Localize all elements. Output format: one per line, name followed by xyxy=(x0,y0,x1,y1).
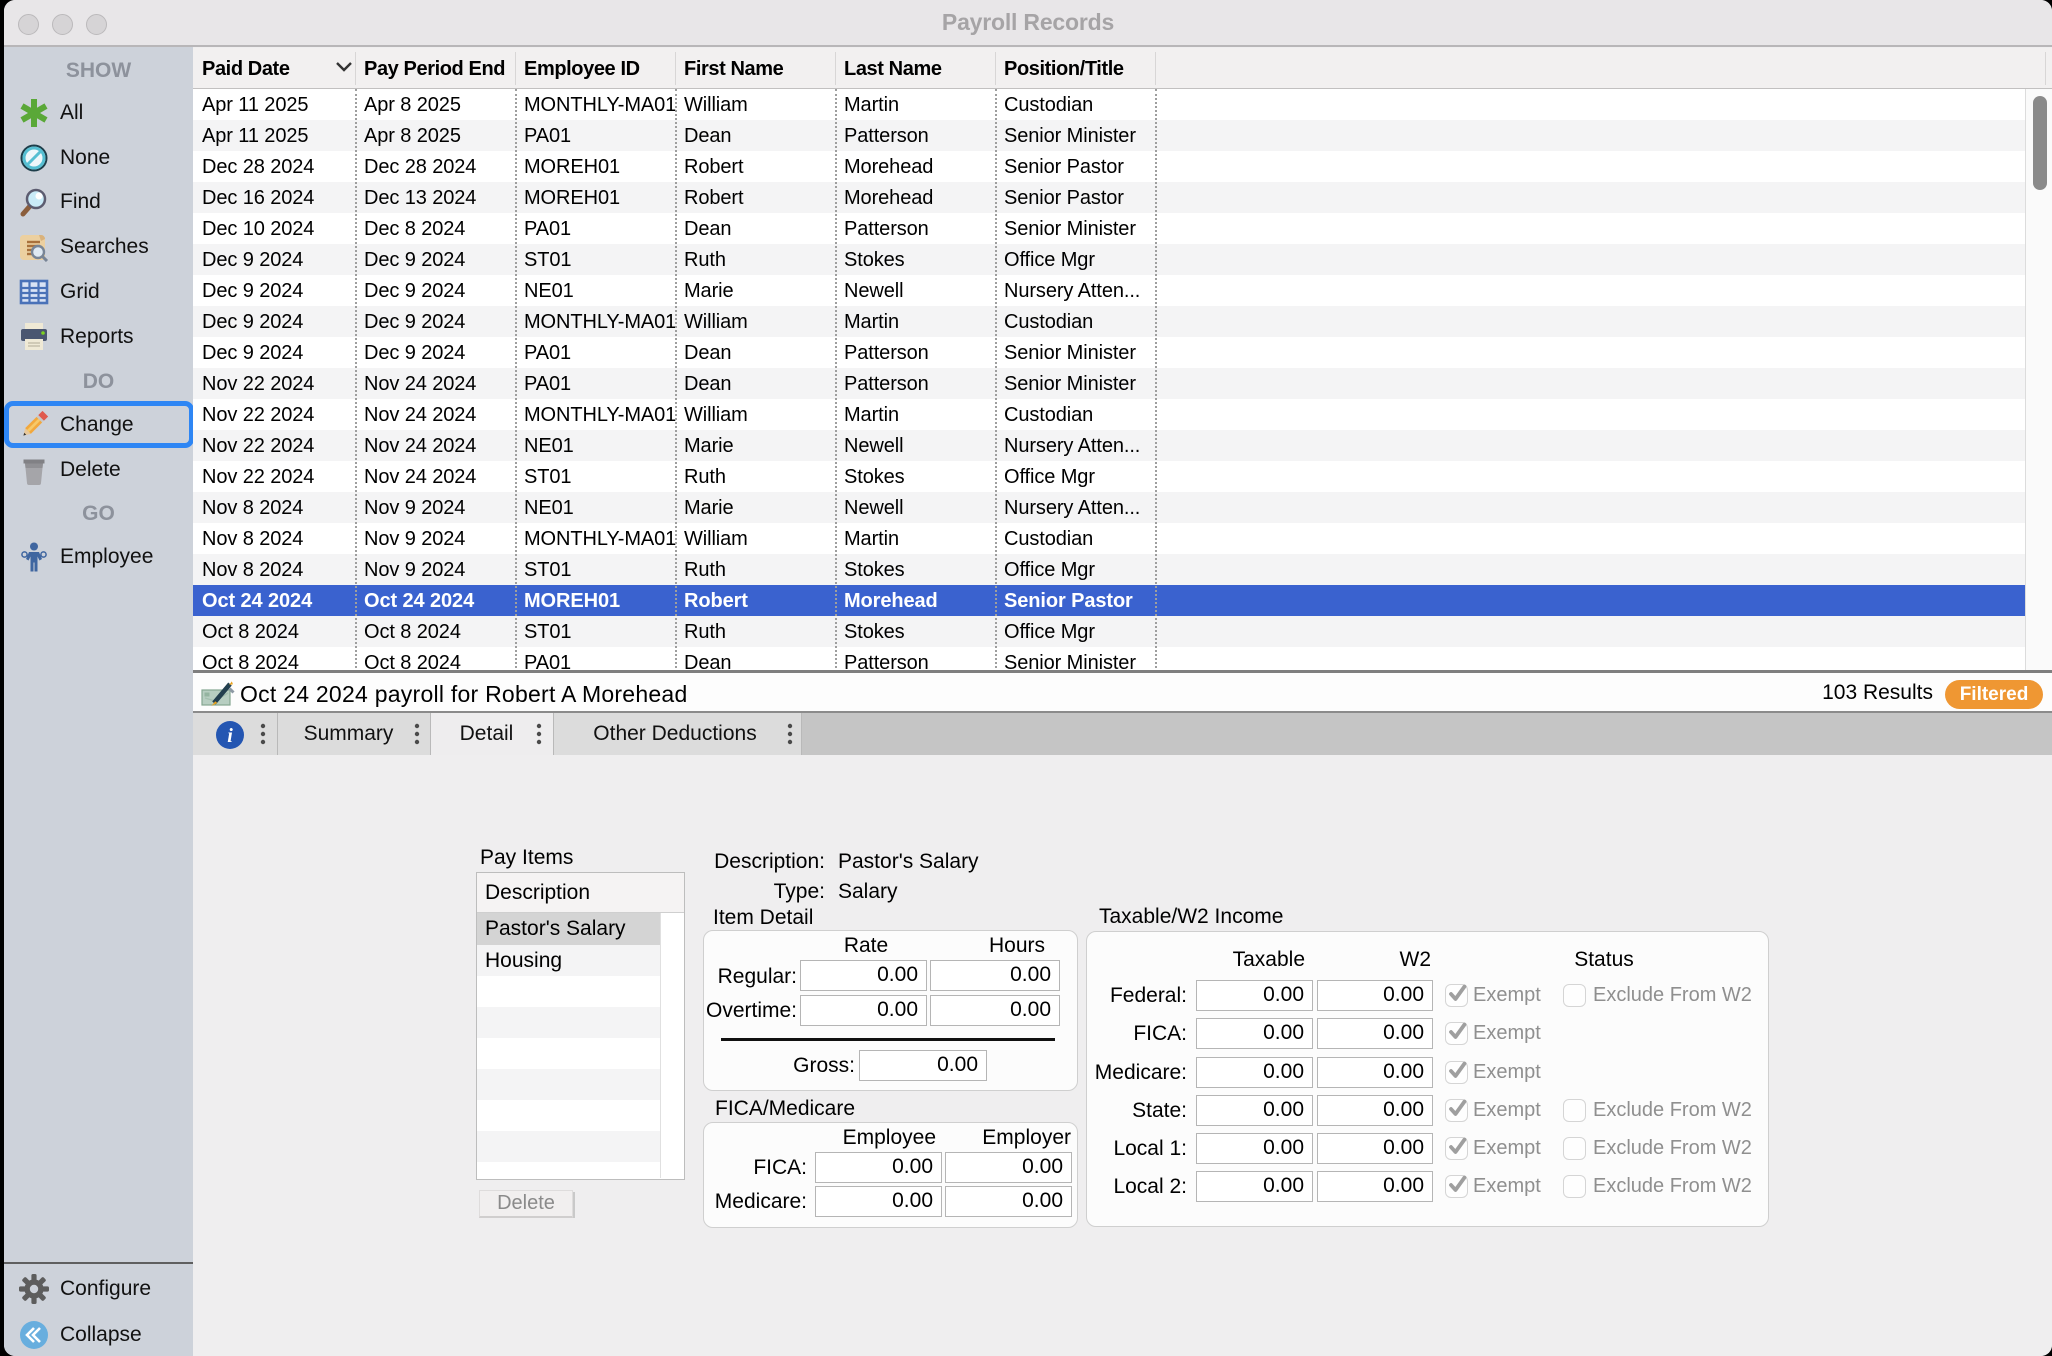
svg-text:i: i xyxy=(227,725,233,747)
